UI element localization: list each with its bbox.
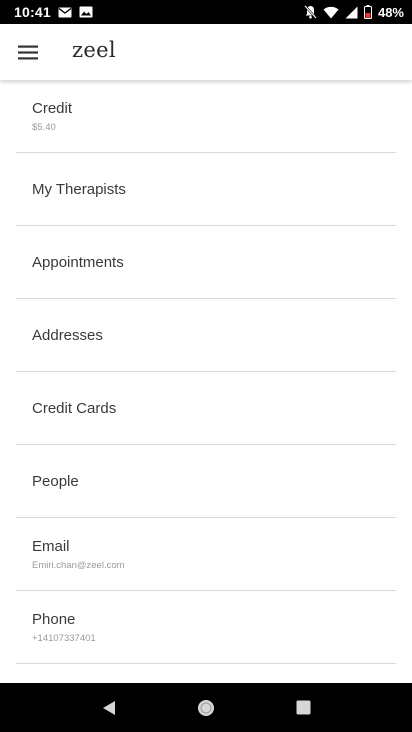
battery-percent: 48% (377, 4, 404, 20)
menu-item-credit[interactable]: Credit $5.40 (16, 80, 396, 153)
menu-item-label: Credit (32, 99, 73, 117)
home-button[interactable] (182, 684, 230, 732)
signal-icon (345, 6, 358, 19)
menu-item-people[interactable]: People (16, 445, 396, 518)
menu-item-label: People (32, 472, 79, 490)
menu-item-label: Phone (32, 610, 76, 628)
menu-item-addresses[interactable]: Addresses (16, 299, 396, 372)
image-icon (79, 6, 93, 18)
status-bar-left: 10:41 (14, 4, 93, 20)
account-menu-list: Credit $5.40 My Therapists Appointments … (16, 80, 396, 683)
app-logo: zeel (72, 38, 116, 62)
email-value: Emiri.chan@zeel.com (32, 559, 125, 571)
status-bar: 10:41 48% (0, 0, 412, 24)
recents-button[interactable] (279, 684, 327, 732)
credit-balance: $5.40 (32, 121, 56, 133)
menu-item-label: Credit Cards (32, 399, 117, 417)
menu-item-label: Addresses (32, 326, 103, 344)
menu-item-my-therapists[interactable]: My Therapists (16, 153, 396, 226)
back-icon (102, 700, 116, 716)
mail-icon (58, 7, 72, 18)
menu-item-label: Appointments (32, 253, 124, 271)
app-bar: zeel (0, 24, 412, 80)
hamburger-menu-button[interactable] (0, 24, 56, 80)
menu-item-appointments[interactable]: Appointments (16, 226, 396, 299)
battery-icon (363, 5, 372, 19)
menu-item-partial (16, 664, 396, 683)
menu-item-email[interactable]: Email Emiri.chan@zeel.com (16, 518, 396, 591)
menu-item-phone[interactable]: Phone +14107337401 (16, 591, 396, 664)
phone-value: +14107337401 (32, 632, 96, 644)
home-icon (197, 699, 215, 717)
status-bar-right: 48% (304, 5, 404, 20)
wifi-icon (323, 6, 339, 19)
menu-item-label: Email (32, 537, 70, 555)
account-menu: Credit $5.40 My Therapists Appointments … (0, 80, 412, 683)
back-button[interactable] (85, 684, 133, 732)
menu-item-credit-cards[interactable]: Credit Cards (16, 372, 396, 445)
hamburger-menu-icon (18, 45, 38, 60)
recents-icon (296, 700, 311, 715)
status-time: 10:41 (14, 4, 51, 20)
system-nav-bar (0, 683, 412, 732)
menu-item-label: My Therapists (32, 180, 126, 198)
notifications-off-icon (304, 5, 317, 19)
